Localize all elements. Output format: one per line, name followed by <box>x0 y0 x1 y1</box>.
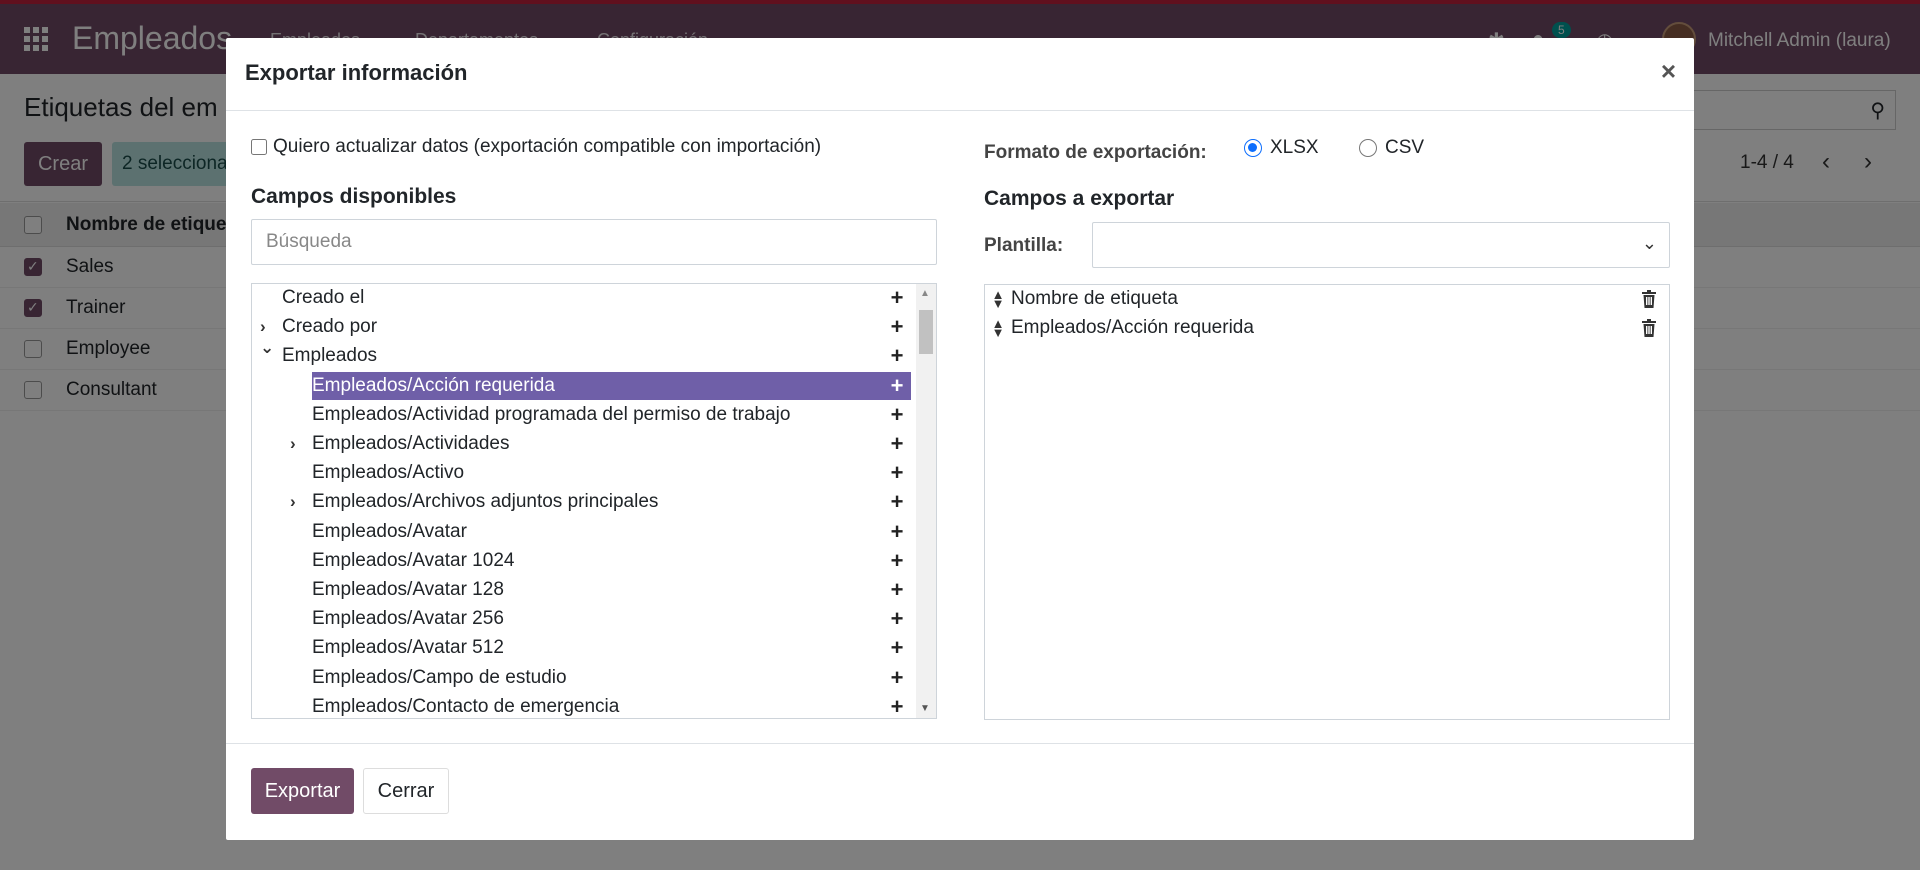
add-field-icon[interactable]: + <box>887 519 907 545</box>
export-field-label: Nombre de etiqueta <box>1011 288 1178 309</box>
tree-item-label: Empleados/Avatar 1024 <box>312 549 515 571</box>
tree-item[interactable]: Empleados/Activo + <box>252 459 911 487</box>
tree-item[interactable]: Empleados/Avatar 1024 + <box>252 547 911 575</box>
chevron-right-icon[interactable]: › <box>290 434 296 454</box>
tree-item-label: Empleados/Avatar 256 <box>312 608 504 630</box>
export-fields-list: ▲ ▼ Nombre de etiqueta ▲ ▼ Empleados/Acció… <box>984 284 1670 720</box>
close-icon[interactable]: × <box>1661 56 1676 87</box>
xlsx-radio[interactable] <box>1244 139 1262 157</box>
scroll-down-icon[interactable]: ▼ <box>920 703 930 714</box>
scroll-up-icon[interactable]: ▲ <box>920 288 930 299</box>
tree-item-label: Creado el <box>282 287 365 308</box>
tree-item-label: Creado por <box>282 316 378 338</box>
add-field-icon[interactable]: + <box>887 402 907 428</box>
add-field-icon[interactable]: + <box>887 373 907 399</box>
tree-item[interactable]: › Empleados/Actividades + <box>252 430 911 458</box>
tree-item-label: Empleados <box>282 345 378 367</box>
add-field-icon[interactable]: + <box>887 314 907 340</box>
add-field-icon[interactable]: + <box>887 548 907 574</box>
tree-item-label: Empleados/Actividades <box>312 433 510 454</box>
template-label: Plantilla: <box>984 235 1064 256</box>
tree-item-label: Empleados/Avatar 512 <box>312 637 504 659</box>
export-button[interactable]: Exportar <box>251 768 354 814</box>
add-field-icon[interactable]: + <box>887 343 907 369</box>
add-field-icon[interactable]: + <box>887 460 907 486</box>
tree-item-label: Empleados/Contacto de emergencia <box>312 695 620 717</box>
tree-item-label: Empleados/Actividad programada del permi… <box>312 403 791 425</box>
export-fields-title: Campos a exportar <box>984 187 1175 210</box>
modal-header: Exportar información × <box>226 38 1694 111</box>
tree-item-label: Empleados/Avatar <box>312 520 467 542</box>
chevron-right-icon[interactable]: › <box>260 317 266 337</box>
format-xlsx-option[interactable]: XLSX <box>1244 137 1319 159</box>
add-field-icon[interactable]: + <box>887 577 907 603</box>
export-dialog: Exportar información × Quiero actualizar… <box>226 38 1694 840</box>
import-compat-checkbox[interactable] <box>251 139 267 155</box>
tree-item-label: Empleados/Activo <box>312 462 465 484</box>
add-field-icon[interactable]: + <box>887 489 907 515</box>
export-field-label: Empleados/Acción requerida <box>1011 317 1254 338</box>
tree-item[interactable]: Empleados/Actividad programada del permi… <box>252 401 911 429</box>
tree-item[interactable]: › Creado por + <box>252 313 911 341</box>
add-field-icon[interactable]: + <box>887 606 907 632</box>
drag-sort-icon[interactable]: ▲ ▼ <box>991 317 1005 339</box>
tree-item[interactable]: Empleados/Contacto de emergencia + <box>252 693 911 718</box>
field-search-input[interactable] <box>251 219 937 265</box>
tree-item-label: Empleados/Acción requerida <box>312 374 555 396</box>
close-button[interactable]: Cerrar <box>363 768 449 814</box>
add-field-icon[interactable]: + <box>887 694 907 718</box>
tree-item[interactable]: Empleados/Avatar 256 + <box>252 605 911 633</box>
trash-icon[interactable] <box>1641 290 1657 308</box>
add-field-icon[interactable]: + <box>887 635 907 661</box>
drag-sort-icon[interactable]: ▲ ▼ <box>991 288 1005 310</box>
add-field-icon[interactable]: + <box>887 665 907 691</box>
tree-item[interactable]: Empleados/Avatar + <box>252 518 911 546</box>
tree-item[interactable]: ⌄ Empleados + <box>252 338 911 370</box>
modal-footer: Exportar Cerrar <box>226 743 1694 840</box>
available-fields-tree: ▲ ▼ Creado el + › Creado por + ⌄ Empleados + Emp… <box>251 283 937 719</box>
export-format-label: Formato de exportación: <box>984 142 1207 163</box>
export-field-item[interactable]: ▲ ▼ Nombre de etiqueta <box>991 285 1663 313</box>
tree-item[interactable]: Empleados/Campo de estudio + <box>252 664 911 692</box>
import-compat-option[interactable]: Quiero actualizar datos (exportación com… <box>251 136 821 158</box>
csv-radio[interactable] <box>1359 139 1377 157</box>
export-field-item[interactable]: ▲ ▼ Empleados/Acción requerida <box>991 314 1663 342</box>
tree-item-label: Empleados/Archivos adjuntos principales <box>312 491 659 513</box>
csv-label: CSV <box>1385 137 1425 158</box>
trash-icon[interactable] <box>1641 319 1657 337</box>
tree-item[interactable]: Empleados/Avatar 128 + <box>252 576 911 604</box>
scroll-thumb[interactable] <box>919 310 933 354</box>
tree-item[interactable]: › Empleados/Archivos adjuntos principales… <box>252 488 911 516</box>
tree-item-label: Empleados/Avatar 128 <box>312 579 504 600</box>
tree-item-label: Empleados/Campo de estudio <box>312 666 567 688</box>
chevron-down-icon[interactable]: ⌄ <box>260 338 274 358</box>
tree-item[interactable]: Empleados/Acción requerida + <box>312 371 911 400</box>
import-compat-label: Quiero actualizar datos (exportación com… <box>273 136 822 157</box>
tree-item[interactable]: Empleados/Avatar 512 + <box>252 634 911 662</box>
template-select[interactable]: ⌄ <box>1092 222 1670 268</box>
tree-scrollbar[interactable]: ▲ ▼ <box>916 284 936 718</box>
add-field-icon[interactable]: + <box>887 431 907 457</box>
format-csv-option[interactable]: CSV <box>1359 137 1424 159</box>
chevron-right-icon[interactable]: › <box>290 492 296 512</box>
add-field-icon[interactable]: + <box>887 285 907 311</box>
modal-title: Exportar información <box>245 60 468 85</box>
chevron-down-icon[interactable]: ⌄ <box>1642 233 1657 254</box>
tree-item[interactable]: Creado el + <box>252 284 911 312</box>
xlsx-label: XLSX <box>1270 137 1319 158</box>
available-fields-title: Campos disponibles <box>251 185 457 208</box>
